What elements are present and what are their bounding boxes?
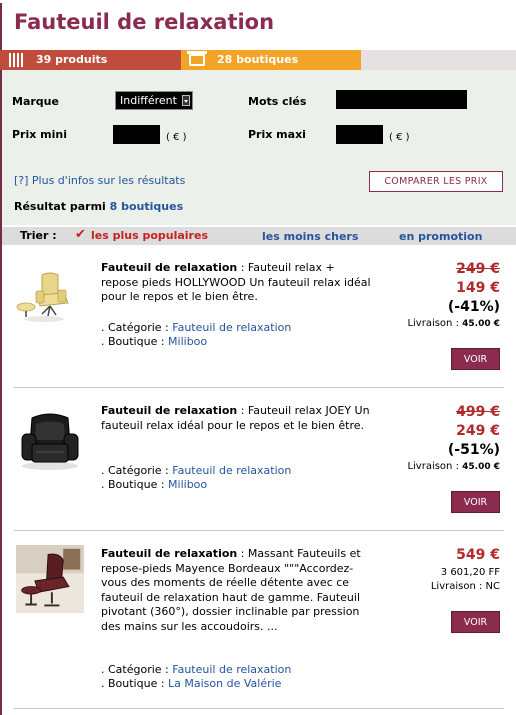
- category-link[interactable]: Fauteuil de relaxation: [172, 663, 291, 676]
- product-item: Fauteuil de relaxation : Massant Fauteui…: [2, 531, 516, 709]
- product-name[interactable]: Fauteuil de relaxation: [101, 261, 237, 274]
- product-shop-line: . Boutique : La Maison de Valérie: [101, 677, 373, 692]
- max-price-label: Prix maxi: [248, 128, 306, 141]
- product-image-armchair-black[interactable]: [14, 402, 86, 474]
- category-link[interactable]: Fauteuil de relaxation: [172, 464, 291, 477]
- shipping-value: NC: [485, 581, 500, 592]
- product-image-massage-recliner[interactable]: [14, 545, 86, 613]
- result-prefix: Résultat parmi: [14, 200, 110, 213]
- shop-link[interactable]: Miliboo: [168, 478, 207, 491]
- category-label: . Catégorie :: [101, 464, 173, 477]
- current-price: 549 €: [456, 547, 500, 563]
- products-count-label: 39 produits: [36, 53, 108, 66]
- shop-label: . Boutique :: [101, 677, 169, 690]
- sort-promotion[interactable]: en promotion: [399, 230, 482, 243]
- product-category-line: . Catégorie : Fauteuil de relaxation: [101, 663, 373, 678]
- product-item: Fauteuil de relaxation : Fauteuil relax …: [2, 245, 516, 388]
- shipping-info: Livraison : 45.00 €: [407, 318, 500, 329]
- min-price-input[interactable]: [113, 125, 160, 144]
- min-price-label: Prix mini: [12, 128, 68, 141]
- view-button[interactable]: VOIR: [451, 491, 500, 513]
- sort-label: Trier :: [20, 229, 57, 242]
- count-bar-filler: [361, 50, 516, 70]
- category-label: . Catégorie :: [101, 663, 173, 676]
- top-strip: [0, 0, 516, 3]
- checkmark-icon: ✔: [75, 227, 86, 242]
- product-category-line: . Catégorie : Fauteuil de relaxation: [101, 464, 373, 479]
- shipping-info: Livraison : NC: [431, 581, 500, 592]
- shipping-value: 45.00 €: [462, 319, 500, 329]
- category-link[interactable]: Fauteuil de relaxation: [172, 321, 291, 334]
- more-info-link[interactable]: [?] Plus d'infos sur les résultats: [14, 174, 185, 187]
- shop-label: . Boutique :: [101, 335, 169, 348]
- shipping-info: Livraison : 45.00 €: [407, 461, 500, 472]
- result-summary: Résultat parmi 8 boutiques: [14, 200, 183, 213]
- sort-bar: Trier : ✔ les plus populaires les moins …: [2, 227, 516, 245]
- discount: (-41%): [447, 299, 500, 315]
- old-price: 249 €: [456, 261, 500, 277]
- shop-icon: [187, 51, 207, 66]
- products-count-tab[interactable]: 39 produits: [0, 50, 181, 70]
- sort-cheapest[interactable]: les moins chers: [262, 230, 358, 243]
- current-price: 249 €: [456, 423, 500, 439]
- brand-label: Marque: [12, 95, 59, 108]
- filter-panel: Marque Indifférent Mots clés Prix mini (…: [2, 70, 516, 225]
- shipping-value: 45.00 €: [462, 462, 500, 472]
- product-category-line: . Catégorie : Fauteuil de relaxation: [101, 321, 373, 336]
- old-price: 499 €: [456, 404, 500, 420]
- shipping-label: Livraison :: [430, 581, 486, 592]
- shops-count-label: 28 boutiques: [217, 53, 299, 66]
- page-title: Fauteuil de relaxation: [14, 10, 275, 34]
- category-label: . Catégorie :: [101, 321, 173, 334]
- product-description: Fauteuil de relaxation : Fauteuil relax …: [101, 261, 373, 305]
- result-shops-link[interactable]: 8 boutiques: [110, 200, 184, 213]
- barcode-icon: [9, 53, 25, 67]
- divider: [14, 708, 504, 709]
- min-price-unit: ( € ): [166, 132, 187, 143]
- view-button[interactable]: VOIR: [451, 611, 500, 633]
- product-shop-line: . Boutique : Miliboo: [101, 335, 373, 350]
- compare-prices-button[interactable]: COMPARER LES PRIX: [369, 171, 503, 192]
- sort-most-popular[interactable]: les plus populaires: [91, 229, 208, 242]
- shop-link[interactable]: Miliboo: [168, 335, 207, 348]
- product-description: Fauteuil de relaxation : Massant Fauteui…: [101, 547, 373, 634]
- view-button[interactable]: VOIR: [451, 348, 500, 370]
- shipping-label: Livraison :: [407, 318, 463, 329]
- product-name[interactable]: Fauteuil de relaxation: [101, 404, 237, 417]
- max-price-input[interactable]: [336, 125, 383, 144]
- discount: (-51%): [447, 442, 500, 458]
- shop-link[interactable]: La Maison de Valérie: [168, 677, 281, 690]
- keywords-label: Mots clés: [248, 95, 307, 108]
- brand-select[interactable]: Indifférent: [115, 91, 193, 110]
- current-price: 149 €: [456, 280, 500, 296]
- keywords-input[interactable]: [336, 90, 467, 109]
- shop-label: . Boutique :: [101, 478, 169, 491]
- chevron-down-icon: [182, 95, 190, 106]
- count-bar: 39 produits 28 boutiques: [0, 50, 516, 70]
- product-description: Fauteuil de relaxation : Fauteuil relax …: [101, 404, 373, 433]
- product-item: Fauteuil de relaxation : Fauteuil relax …: [2, 388, 516, 531]
- price-in-francs: 3 601,20 FF: [440, 567, 500, 578]
- product-name[interactable]: Fauteuil de relaxation: [101, 547, 237, 560]
- brand-select-value: Indifférent: [120, 94, 177, 107]
- max-price-unit: ( € ): [389, 132, 410, 143]
- shops-count-tab[interactable]: 28 boutiques: [181, 50, 361, 70]
- product-image-armchair-beige[interactable]: [14, 259, 86, 331]
- shipping-label: Livraison :: [407, 461, 463, 472]
- product-shop-line: . Boutique : Miliboo: [101, 478, 373, 493]
